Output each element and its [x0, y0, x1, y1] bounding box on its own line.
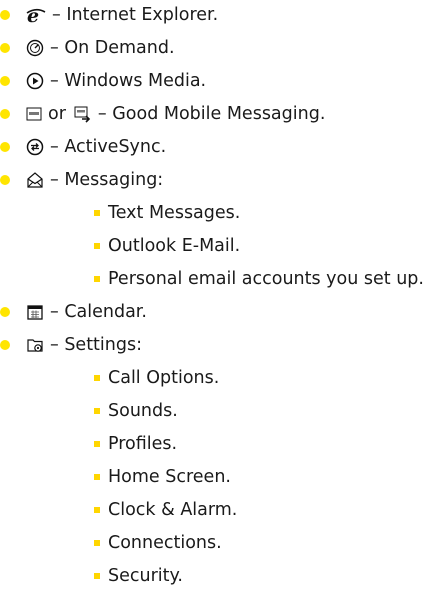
sub-item-text: Home Screen. — [108, 467, 231, 487]
list-bullet — [94, 507, 100, 513]
list-bullet — [0, 109, 10, 119]
list-item-good-mobile-messaging: or – Good Mobile Messaging. — [0, 103, 325, 125]
list-bullet — [94, 408, 100, 414]
list-bullet — [0, 10, 10, 20]
sub-list-item: Profiles. — [94, 433, 177, 455]
list-bullet — [94, 276, 100, 282]
sub-list-item: Connections. — [94, 532, 222, 554]
item-text: – Windows Media. — [50, 71, 207, 91]
list-bullet — [0, 340, 10, 350]
sub-list-item: Personal email accounts you set up. — [94, 268, 424, 290]
list-item-messaging: – Messaging: — [0, 169, 163, 191]
internet-explorer-icon: e — [26, 5, 46, 25]
sub-item-text: Sounds. — [108, 401, 178, 421]
on-demand-icon — [26, 39, 44, 57]
sub-item-text: Connections. — [108, 533, 222, 553]
connector-text: or — [48, 104, 66, 124]
list-bullet — [0, 142, 10, 152]
list-bullet — [0, 175, 10, 185]
messaging-icon — [26, 171, 44, 189]
sub-item-text: Clock & Alarm. — [108, 500, 238, 520]
document-page: e – Internet Explorer. – On Demand. – Wi… — [0, 0, 437, 594]
item-text: – Calendar. — [50, 302, 147, 322]
list-bullet — [94, 474, 100, 480]
list-bullet — [94, 210, 100, 216]
sub-list-item: Call Options. — [94, 367, 219, 389]
sub-list-item: Security. — [94, 565, 183, 587]
sub-list-item: Clock & Alarm. — [94, 499, 237, 521]
list-bullet — [0, 76, 10, 86]
list-bullet — [94, 375, 100, 381]
sub-item-text: Security. — [108, 566, 183, 586]
list-bullet — [0, 43, 10, 53]
list-bullet — [94, 573, 100, 579]
sub-list-item: Sounds. — [94, 400, 178, 422]
list-item-calendar: – Calendar. — [0, 301, 147, 323]
list-bullet — [94, 540, 100, 546]
list-item-activesync: – ActiveSync. — [0, 136, 166, 158]
calendar-icon — [26, 303, 44, 321]
activesync-icon — [26, 138, 44, 156]
item-text: – Good Mobile Messaging. — [97, 104, 326, 124]
svg-text:e: e — [27, 5, 39, 25]
windows-media-icon — [26, 72, 44, 90]
good-mobile-messaging-arrow-icon — [74, 105, 92, 123]
sub-item-text: Personal email accounts you set up. — [108, 269, 424, 289]
list-item-settings: – Settings: — [0, 334, 142, 356]
item-text: – Messaging: — [50, 170, 164, 190]
sub-item-text: Call Options. — [108, 368, 220, 388]
sub-item-text: Profiles. — [108, 434, 178, 454]
item-text: – ActiveSync. — [50, 137, 167, 157]
list-item-internet-explorer: e – Internet Explorer. — [0, 4, 218, 26]
sub-list-item: Home Screen. — [94, 466, 231, 488]
settings-icon — [26, 336, 44, 354]
item-text: – Settings: — [50, 335, 142, 355]
sub-list-item: Outlook E-Mail. — [94, 235, 240, 257]
sub-item-text: Outlook E-Mail. — [108, 236, 241, 256]
sub-list-item: Text Messages. — [94, 202, 240, 224]
item-text: – Internet Explorer. — [52, 5, 219, 25]
list-bullet — [94, 441, 100, 447]
item-text: – On Demand. — [50, 38, 175, 58]
list-bullet — [94, 243, 100, 249]
sub-item-text: Text Messages. — [108, 203, 241, 223]
good-mobile-messaging-icon — [26, 106, 42, 122]
list-item-on-demand: – On Demand. — [0, 37, 175, 59]
list-bullet — [0, 307, 10, 317]
list-item-windows-media: – Windows Media. — [0, 70, 206, 92]
